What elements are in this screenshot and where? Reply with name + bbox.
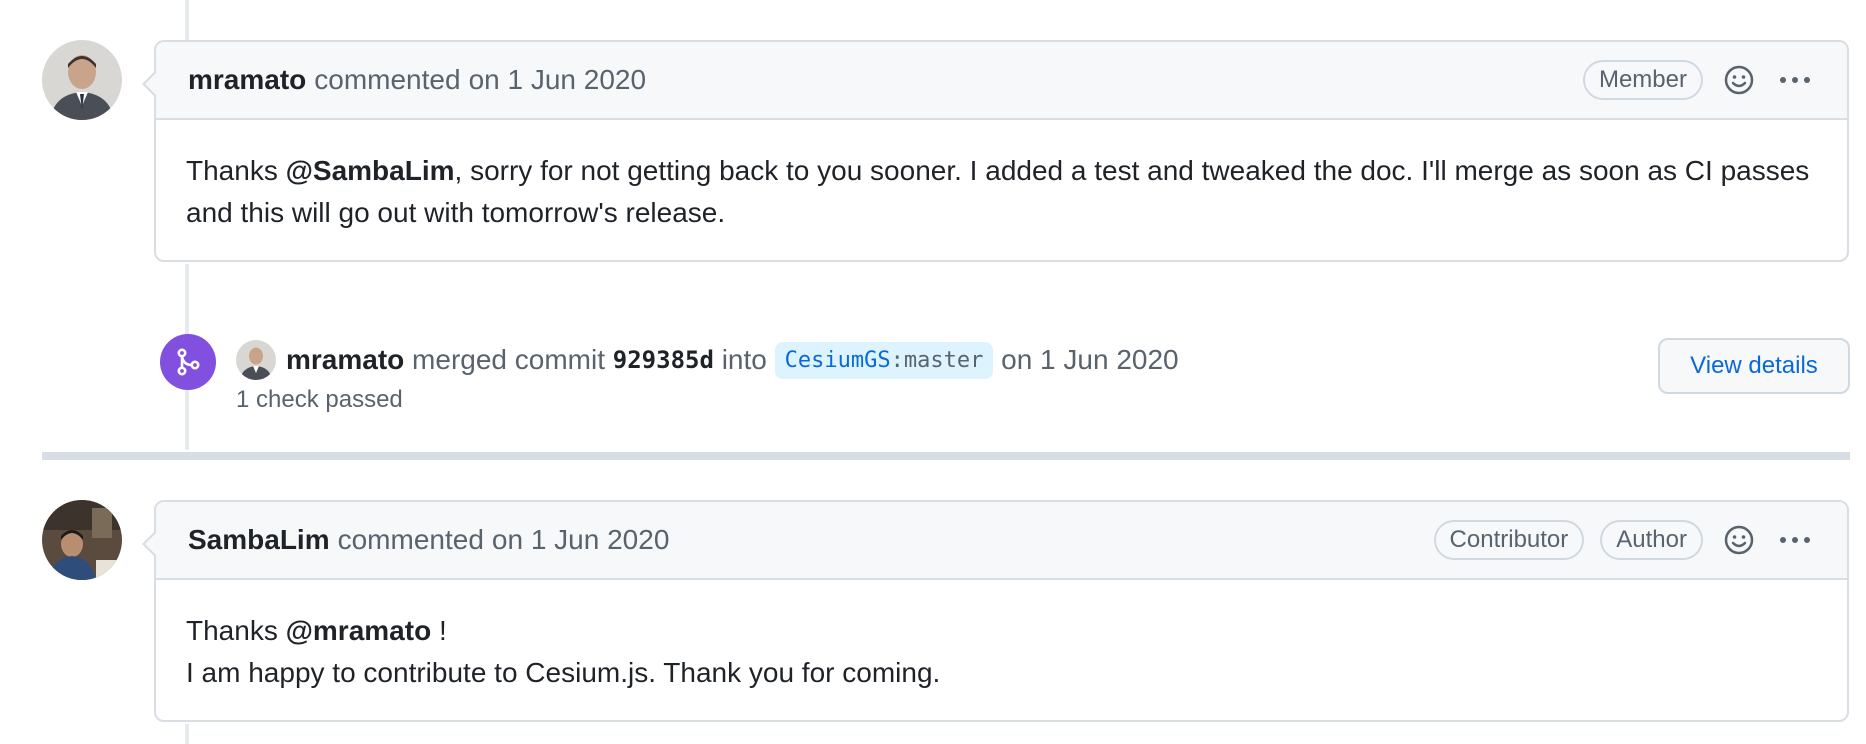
comment-caret [142,530,157,558]
avatar-sambalim[interactable] [42,500,122,580]
body-line: I am happy to contribute to Cesium.js. T… [186,657,941,688]
role-badge: Member [1582,60,1703,100]
comment-header: SambaLim commented on 1 Jun 2020 Contrib… [142,502,1847,580]
comment-card: mramato commented on 1 Jun 2020 Member T… [142,40,1849,262]
timeline-divider [42,452,1850,460]
body-text: ! [431,615,447,646]
comment-action: commented [314,64,461,95]
merge-user[interactable]: mramato [286,344,404,376]
timeline-line [185,724,189,744]
avatar-mramato[interactable] [42,40,122,120]
merge-date[interactable]: on 1 Jun 2020 [1001,344,1179,376]
view-details-button[interactable]: View details [1658,338,1850,394]
comment-date[interactable]: on 1 Jun 2020 [469,64,647,96]
comment-author[interactable]: mramato [188,64,306,96]
body-text: Thanks [186,155,286,186]
merge-action: merged commit [412,344,605,375]
branch-name: master [903,347,984,373]
comment-date[interactable]: on 1 Jun 2020 [492,524,670,556]
kebab-horizontal-icon[interactable] [1775,520,1815,560]
comment-action: commented [337,524,484,555]
timeline-line [185,0,189,40]
branch-separator: : [890,347,904,373]
comment-body: Thanks @SambaLim, sorry for not getting … [156,120,1847,260]
comment-caret [142,70,157,98]
role-badge: Contributor [1433,520,1585,560]
body-line: Thanks @mramato ! [186,610,1817,652]
git-merge-icon [160,334,216,390]
merge-into: into [721,344,767,375]
comment-author[interactable]: SambaLim [188,524,330,556]
branch-label[interactable]: CesiumGS:master [774,341,994,379]
avatar-mramato-small[interactable] [236,340,276,380]
comment-card: SambaLim commented on 1 Jun 2020 Contrib… [142,500,1849,722]
body-text: Thanks [186,615,286,646]
commit-sha-link[interactable]: 929385d [613,346,714,374]
smiley-icon[interactable] [1719,520,1759,560]
branch-repo: CesiumGS [784,347,891,373]
user-mention[interactable]: @SambaLim [286,155,455,186]
comment-header: mramato commented on 1 Jun 2020 Member [142,42,1847,120]
user-mention[interactable]: @mramato [286,615,432,646]
merge-event: mramato merged commit 929385d into Cesiu… [236,340,1179,380]
author-badge: Author [1600,520,1703,560]
kebab-horizontal-icon[interactable] [1775,60,1815,100]
comment-body: Thanks @mramato ! I am happy to contribu… [156,580,1847,720]
checks-status[interactable]: 1 check passed [236,386,403,414]
smiley-icon[interactable] [1719,60,1759,100]
